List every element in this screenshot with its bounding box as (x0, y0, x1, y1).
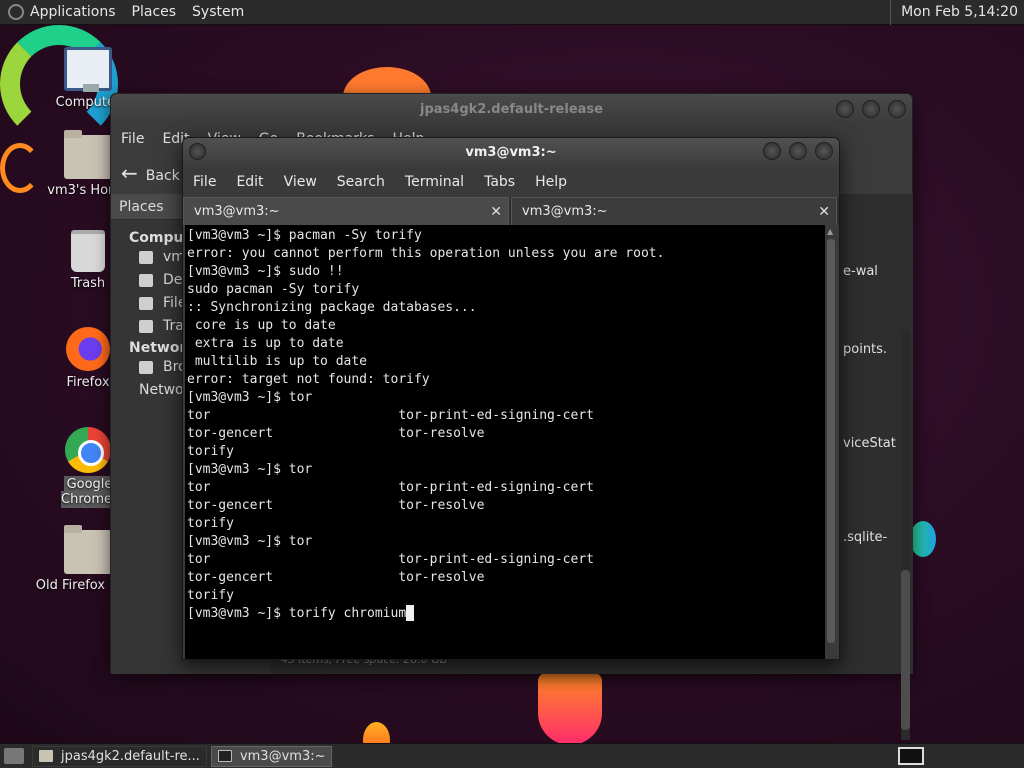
terminal-icon (217, 750, 232, 762)
terminal-scrollbar[interactable]: ▲ (825, 225, 837, 659)
wallpaper-shape (363, 722, 390, 743)
workspace-switcher[interactable] (898, 747, 924, 765)
terminal-line: :: Synchronizing package databases... (187, 300, 477, 315)
term-menu-tabs[interactable]: Tabs (484, 174, 515, 190)
terminal-line: multilib is up to date (187, 354, 368, 369)
menu-system[interactable]: System (192, 4, 244, 20)
file-manager-titlebar[interactable]: jpas4gk2.default-release (111, 94, 912, 125)
desktop-icon-label: Google Chrome (61, 476, 115, 508)
terminal-tab[interactable]: vm3@vm3:~ ✕ (511, 197, 837, 225)
scroll-up-arrow-icon[interactable]: ▲ (827, 227, 833, 236)
file-name-fragment[interactable]: e-wal (843, 264, 878, 279)
terminal-line: tor-gencert tor-resolve (187, 498, 485, 513)
file-name-fragment[interactable]: viceStat (843, 436, 896, 451)
close-button[interactable] (815, 142, 833, 160)
terminal-line: [vm3@vm3 ~]$ tor (187, 390, 313, 405)
window-menu-button[interactable] (189, 143, 206, 160)
back-button[interactable]: ← Back (121, 161, 180, 185)
tab-close-icon[interactable]: ✕ (818, 198, 830, 226)
terminal-line: torify (187, 588, 234, 603)
show-desktop-icon[interactable] (4, 748, 24, 764)
terminal-prompt: [vm3@vm3 ~]$ torify chromium (187, 606, 407, 621)
maximize-button[interactable] (862, 100, 880, 118)
file-name-fragment[interactable]: points. (843, 342, 887, 357)
terminal-window: vm3@vm3:~ File Edit View Search Terminal… (182, 137, 840, 660)
term-menu-help[interactable]: Help (535, 174, 567, 190)
terminal-line: [vm3@vm3 ~]$ tor (187, 534, 313, 549)
desktop-icon (139, 274, 153, 287)
terminal-menubar: File Edit View Search Terminal Tabs Help (183, 167, 839, 197)
terminal-line: [vm3@vm3 ~]$ sudo !! (187, 264, 344, 279)
terminal-tab[interactable]: vm3@vm3:~ ✕ (183, 197, 509, 225)
minimize-button[interactable] (836, 100, 854, 118)
clock[interactable]: Mon Feb 5,14:20 (890, 0, 1024, 25)
network-icon (139, 361, 153, 374)
taskbar-item-label: vm3@vm3:~ (239, 748, 326, 764)
file-manager-scrollbar[interactable] (901, 330, 910, 740)
desktop-icon-label: Trash (70, 276, 106, 291)
taskbar-item-label: jpas4gk2.default-re... (61, 748, 200, 764)
terminal-line: torify (187, 516, 234, 531)
terminal-prompt-line[interactable]: [vm3@vm3 ~]$ torify chromium (187, 605, 825, 623)
minimize-button[interactable] (763, 142, 781, 160)
distro-logo-icon[interactable] (8, 4, 24, 20)
back-label: Back (145, 168, 180, 184)
term-menu-edit[interactable]: Edit (236, 174, 263, 190)
term-menu-search[interactable]: Search (337, 174, 385, 190)
tab-close-icon[interactable]: ✕ (490, 198, 502, 226)
scrollbar-thumb[interactable] (827, 239, 835, 643)
taskbar-item-terminal[interactable]: vm3@vm3:~ (210, 745, 333, 767)
back-arrow-icon: ← (121, 161, 138, 185)
terminal-line: tor tor-print-ed-signing-cert (187, 480, 594, 495)
terminal-line: tor-gencert tor-resolve (187, 570, 485, 585)
chrome-icon (65, 427, 111, 473)
maximize-button[interactable] (789, 142, 807, 160)
computer-icon (64, 47, 112, 92)
menu-places[interactable]: Places (132, 4, 177, 20)
terminal-line: extra is up to date (187, 336, 344, 351)
terminal-line: [vm3@vm3 ~]$ pacman -Sy torify (187, 228, 422, 243)
top-panel: Applications Places System Mon Feb 5,14:… (0, 0, 1024, 25)
menu-applications[interactable]: Applications (30, 4, 116, 20)
desktop-icon-label: Firefox (66, 375, 110, 390)
terminal-line: torify (187, 444, 234, 459)
term-menu-view[interactable]: View (284, 174, 317, 190)
folder-icon (64, 525, 112, 574)
terminal-titlebar[interactable]: vm3@vm3:~ (183, 138, 839, 167)
terminal-line: sudo pacman -Sy torify (187, 282, 360, 297)
trash-icon (139, 320, 153, 333)
term-menu-terminal[interactable]: Terminal (405, 174, 464, 190)
terminal-title: vm3@vm3:~ (465, 145, 557, 160)
window-controls (836, 100, 906, 118)
wallpaper-shape (910, 521, 936, 557)
scrollbar-thumb[interactable] (901, 570, 910, 730)
fm-menu-file[interactable]: File (121, 131, 144, 147)
file-name-fragment[interactable]: .sqlite- (843, 530, 887, 545)
text-cursor (406, 605, 415, 621)
terminal-line: tor tor-print-ed-signing-cert (187, 552, 594, 567)
bottom-taskbar: jpas4gk2.default-re... vm3@vm3:~ (0, 743, 1024, 768)
wallpaper-shape (538, 673, 602, 743)
terminal-output[interactable]: [vm3@vm3 ~]$ pacman -Sy torify error: yo… (185, 225, 825, 659)
window-controls (763, 142, 833, 160)
terminal-line: [vm3@vm3 ~]$ tor (187, 462, 313, 477)
terminal-line: tor-gencert tor-resolve (187, 426, 485, 441)
terminal-line: error: you cannot perform this operation… (187, 246, 665, 261)
terminal-tab-bar: vm3@vm3:~ ✕ vm3@vm3:~ ✕ (183, 197, 839, 225)
terminal-line: core is up to date (187, 318, 336, 333)
tab-label: vm3@vm3:~ (522, 204, 608, 219)
drive-icon (139, 297, 153, 310)
home-folder-icon (64, 130, 112, 179)
close-button[interactable] (888, 100, 906, 118)
terminal-line: tor tor-print-ed-signing-cert (187, 408, 594, 423)
wallpaper-ring (0, 143, 40, 193)
taskbar-item-file-manager[interactable]: jpas4gk2.default-re... (32, 745, 207, 767)
trash-icon (71, 230, 105, 272)
firefox-icon (66, 327, 110, 371)
folder-icon (39, 750, 53, 762)
tab-label: vm3@vm3:~ (194, 204, 280, 219)
terminal-line: error: target not found: torify (187, 372, 430, 387)
term-menu-file[interactable]: File (193, 174, 216, 190)
home-icon (139, 251, 153, 264)
